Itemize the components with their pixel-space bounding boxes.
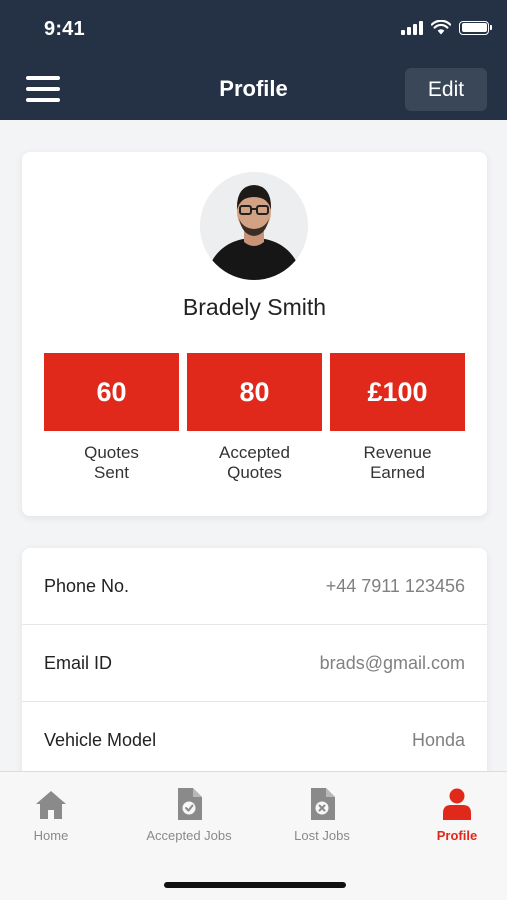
detail-label: Email ID: [44, 652, 113, 673]
stats-row: 60 Quotes Sent 80 Accepted Quotes £100 Rev…: [44, 353, 465, 483]
details-card: Phone No. +44 7911 123456 Email ID brads…: [22, 548, 487, 788]
user-name: Bradely Smith: [182, 294, 327, 320]
detail-row-phone: Phone No. +44 7911 123456: [22, 548, 487, 625]
document-x-icon: [311, 788, 335, 820]
app-header: 9:41 Profile Edit: [0, 0, 507, 120]
stat-label: Quotes Sent: [84, 443, 139, 482]
detail-value: +44 7911 123456: [325, 575, 465, 596]
tab-profile[interactable]: Profile: [397, 786, 507, 843]
tab-label: Accepted Jobs: [146, 828, 232, 843]
tab-lost-jobs[interactable]: Lost Jobs: [262, 786, 382, 843]
detail-value: Honda: [411, 729, 465, 750]
stat-value: 80: [187, 353, 322, 431]
edit-button[interactable]: Edit: [405, 68, 487, 111]
user-icon: [443, 788, 471, 820]
stat-accepted-quotes: 80 Accepted Quotes: [187, 353, 322, 483]
stat-quotes-sent: 60 Quotes Sent: [44, 353, 179, 483]
detail-value: brads@gmail.com: [319, 652, 465, 673]
status-time: 9:41: [44, 18, 85, 40]
tab-label: Lost Jobs: [294, 828, 350, 843]
document-check-icon: [178, 788, 202, 820]
stat-value: £100: [330, 353, 465, 431]
stat-label: Accepted Quotes: [219, 443, 290, 482]
bottom-tab-bar: Home Accepted Jobs Lost Jobs Profile: [0, 771, 507, 900]
detail-row-email: Email ID brads@gmail.com: [22, 625, 487, 702]
home-icon: [36, 791, 66, 819]
tab-label: Profile: [436, 828, 478, 843]
detail-row-vehicle: Vehicle Model Honda: [22, 702, 487, 779]
tab-home[interactable]: Home: [0, 786, 111, 843]
status-icons: [401, 20, 492, 35]
wifi-icon: [431, 20, 451, 35]
home-indicator: [164, 882, 346, 888]
profile-card: Bradely Smith 60 Quotes Sent 80 Accepted Q…: [22, 152, 487, 516]
avatar: [200, 172, 308, 280]
stat-revenue-earned: £100 Revenue Earned: [330, 353, 465, 483]
battery-icon: [459, 20, 492, 35]
detail-label: Vehicle Model: [44, 729, 157, 750]
tab-label: Home: [33, 828, 69, 843]
detail-label: Phone No.: [44, 575, 130, 596]
signal-icon: [401, 20, 423, 35]
stat-value: 60: [44, 353, 179, 431]
tab-accepted-jobs[interactable]: Accepted Jobs: [129, 786, 249, 843]
stat-label: Revenue Earned: [363, 443, 432, 482]
